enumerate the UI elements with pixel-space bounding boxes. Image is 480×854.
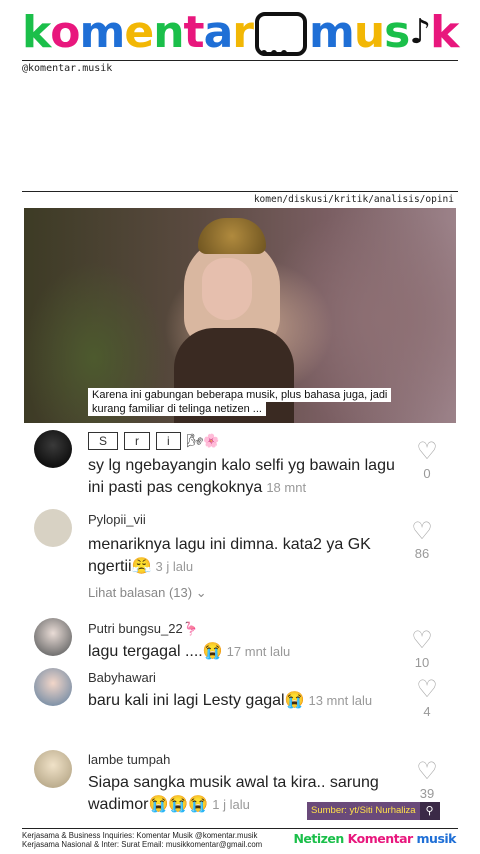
comment-text: lagu tergagal ....😭 17 mnt lalu (88, 643, 291, 660)
comment-text: sy lg ngebayangin kalo selfi yg bawain l… (88, 457, 395, 496)
footer-divider (22, 828, 458, 829)
chat-bubble-icon (254, 12, 307, 56)
source-badge[interactable]: Sumber: yt/Siti Nurhaliza ⚲ (307, 802, 440, 820)
footer-brand: Netizen Komentar musik (293, 831, 456, 846)
heart-icon: ♡ (416, 758, 438, 785)
like-button[interactable]: ♡ 86 (407, 518, 437, 562)
comment-username[interactable]: Sri 🌬🌸 (88, 432, 219, 450)
heart-icon: ♡ (411, 518, 433, 545)
heart-icon: ♡ (416, 438, 438, 465)
like-button[interactable]: ♡ 10 (407, 627, 437, 671)
section-divider (22, 191, 458, 192)
chevron-down-icon: ⌄ (195, 585, 207, 600)
comment-text: baru kali ini lagi Lesty gagal😭 13 mnt la… (88, 692, 373, 709)
comment-text: menariknya lagu ini dimna. kata2 ya GK n… (88, 536, 371, 575)
comment-username[interactable]: lambe tumpah (88, 752, 170, 767)
heart-icon: ♡ (416, 676, 438, 703)
header-divider (22, 60, 458, 61)
search-icon: ⚲ (419, 802, 440, 820)
like-button[interactable]: ♡ 4 (412, 676, 442, 720)
brand-handle: @komentar.musik (22, 63, 113, 74)
video-caption: Karena ini gabungan beberapa musik, plus… (88, 388, 418, 416)
avatar[interactable] (34, 668, 72, 706)
like-button[interactable]: ♡ 0 (412, 438, 442, 482)
comment-username[interactable]: Babyhawari (88, 670, 156, 685)
like-button[interactable]: ♡ 39 (412, 758, 442, 802)
brand-logo: komentar m u s ♪ k (22, 6, 459, 58)
avatar[interactable] (34, 618, 72, 656)
comment-username[interactable]: Pylopii_vii (88, 512, 146, 527)
avatar[interactable] (34, 430, 72, 468)
topic-tags: komen/diskusi/kritik/analisis/opini (253, 194, 454, 205)
view-replies-link[interactable]: Lihat balasan (13) ⌄ (88, 585, 207, 601)
comment-username[interactable]: Putri bungsu_22🦩 (88, 621, 199, 637)
footer-contact: Kerjasama & Business Inquiries: Komentar… (22, 831, 263, 849)
avatar[interactable] (34, 750, 72, 788)
avatar[interactable] (34, 509, 72, 547)
heart-icon: ♡ (411, 627, 433, 654)
